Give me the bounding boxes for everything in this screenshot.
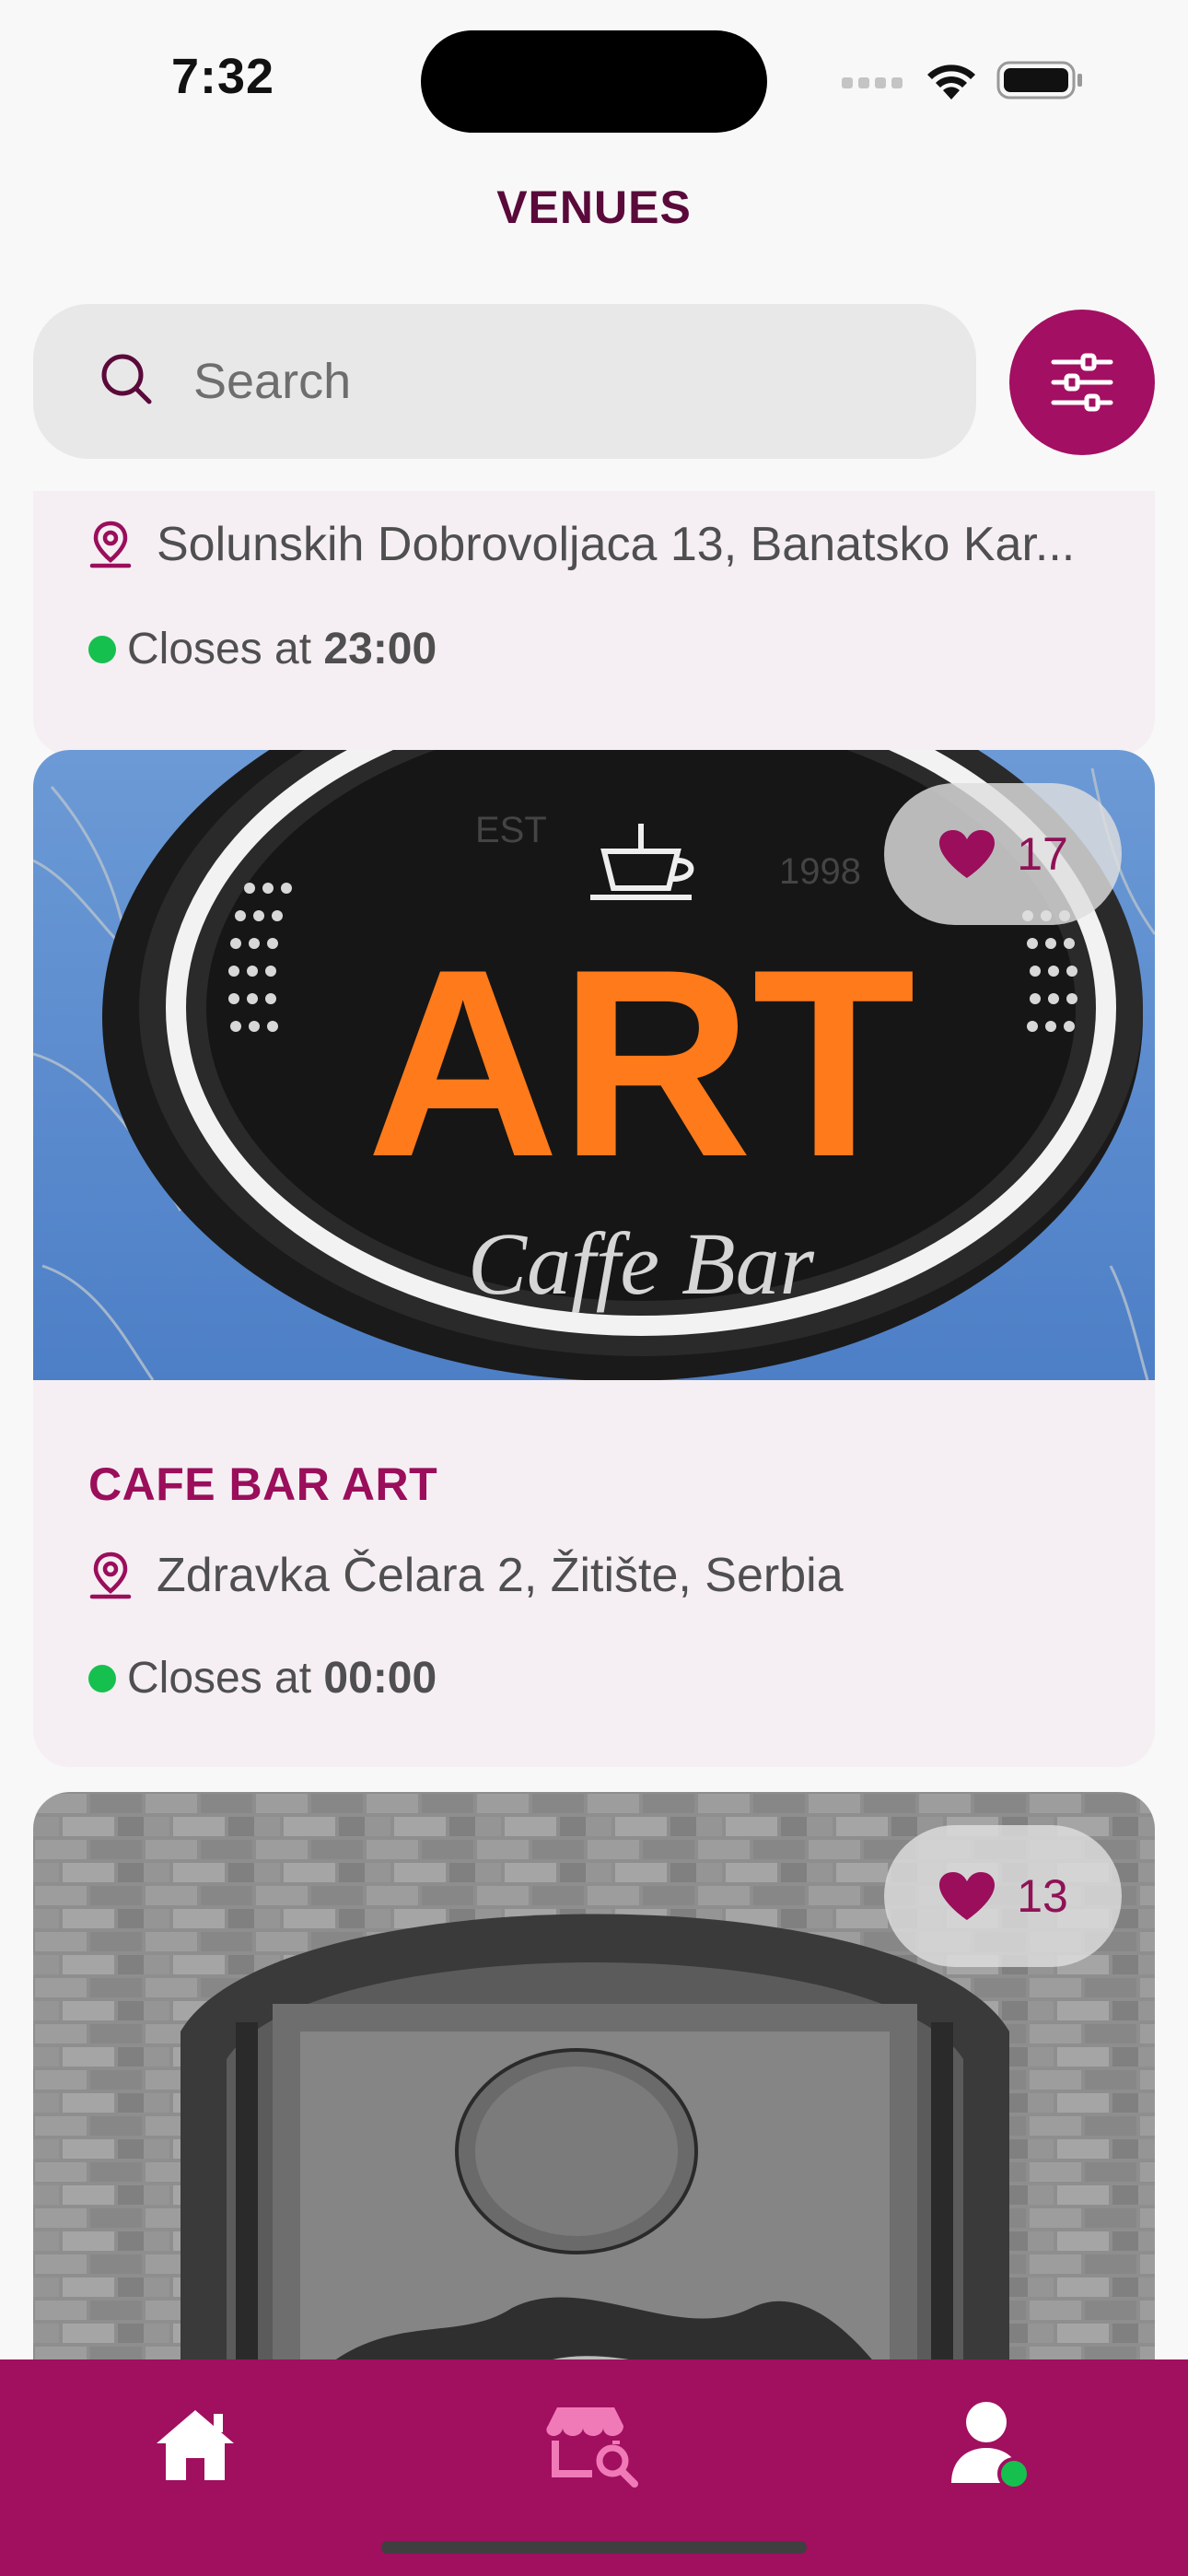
- venue-hours: Closes at 00:00: [127, 1654, 437, 1703]
- home-indicator: [381, 2541, 807, 2554]
- venue-hours-row: Closes at 00:00: [88, 1653, 437, 1704]
- venue-card[interactable]: EST 1998 ART Caffe Bar 17 CAFE BAR ART Z…: [33, 750, 1155, 1767]
- open-status-dot: [88, 635, 116, 663]
- venue-address: Solunskih Dobrovoljaca 13, Banatsko Kar.…: [157, 518, 1076, 571]
- dynamic-island: [421, 30, 767, 133]
- venue-address-row: Zdravka Čelara 2, Žitište, Serbia: [88, 1548, 844, 1603]
- profile-icon: [951, 2402, 1031, 2490]
- tab-profile[interactable]: [938, 2395, 1048, 2496]
- page-title: VENUES: [496, 181, 692, 233]
- status-bar: 7:32: [0, 0, 1188, 147]
- tab-home[interactable]: [140, 2395, 250, 2496]
- venue-hours: Closes at 23:00: [127, 625, 437, 673]
- venue-card[interactable]: Solunskih Dobrovoljaca 13, Banatsko Kar.…: [33, 491, 1155, 755]
- filter-button[interactable]: [1009, 310, 1155, 455]
- cellular-signal-icon: [842, 77, 903, 88]
- venue-name: CAFE BAR ART: [88, 1458, 438, 1510]
- like-count: 13: [1017, 1870, 1068, 1922]
- battery-icon: [996, 61, 1082, 100]
- location-pin-icon: [89, 521, 132, 568]
- filter-sliders-icon: [1051, 353, 1113, 412]
- search-input[interactable]: [193, 346, 930, 416]
- heart-icon: [939, 1872, 996, 1920]
- home-icon: [157, 2410, 234, 2480]
- like-button[interactable]: 13: [884, 1825, 1122, 1967]
- like-count: 17: [1017, 828, 1068, 880]
- sign-est-text: EST: [475, 810, 547, 850]
- venue-address-row: Solunskih Dobrovoljaca 13, Banatsko Kar.…: [88, 517, 1075, 572]
- tab-venues[interactable]: [539, 2395, 649, 2496]
- wifi-icon: [927, 64, 975, 100]
- venue-card[interactable]: 13: [33, 1792, 1155, 2359]
- location-pin-icon: [89, 1551, 132, 1599]
- sign-year-text: 1998: [779, 851, 861, 892]
- search-bar[interactable]: [33, 304, 976, 459]
- venue-photo: EST 1998 ART Caffe Bar 17: [33, 750, 1155, 1380]
- venue-list[interactable]: Solunskih Dobrovoljaca 13, Banatsko Kar.…: [0, 491, 1188, 2359]
- sign-script-text: Caffe Bar: [468, 1214, 815, 1313]
- open-status-dot: [88, 1664, 116, 1692]
- venue-photo: 13: [33, 1792, 1155, 2359]
- online-status-dot: [997, 2457, 1031, 2490]
- venue-hours-row: Closes at 23:00: [88, 624, 437, 674]
- like-button[interactable]: 17: [884, 783, 1122, 925]
- venue-search-icon: [546, 2407, 638, 2488]
- heart-icon: [939, 830, 996, 878]
- search-icon: [101, 354, 152, 404]
- sign-art-text: ART: [367, 914, 915, 1212]
- status-time: 7:32: [171, 49, 275, 104]
- venue-address: Zdravka Čelara 2, Žitište, Serbia: [157, 1549, 844, 1602]
